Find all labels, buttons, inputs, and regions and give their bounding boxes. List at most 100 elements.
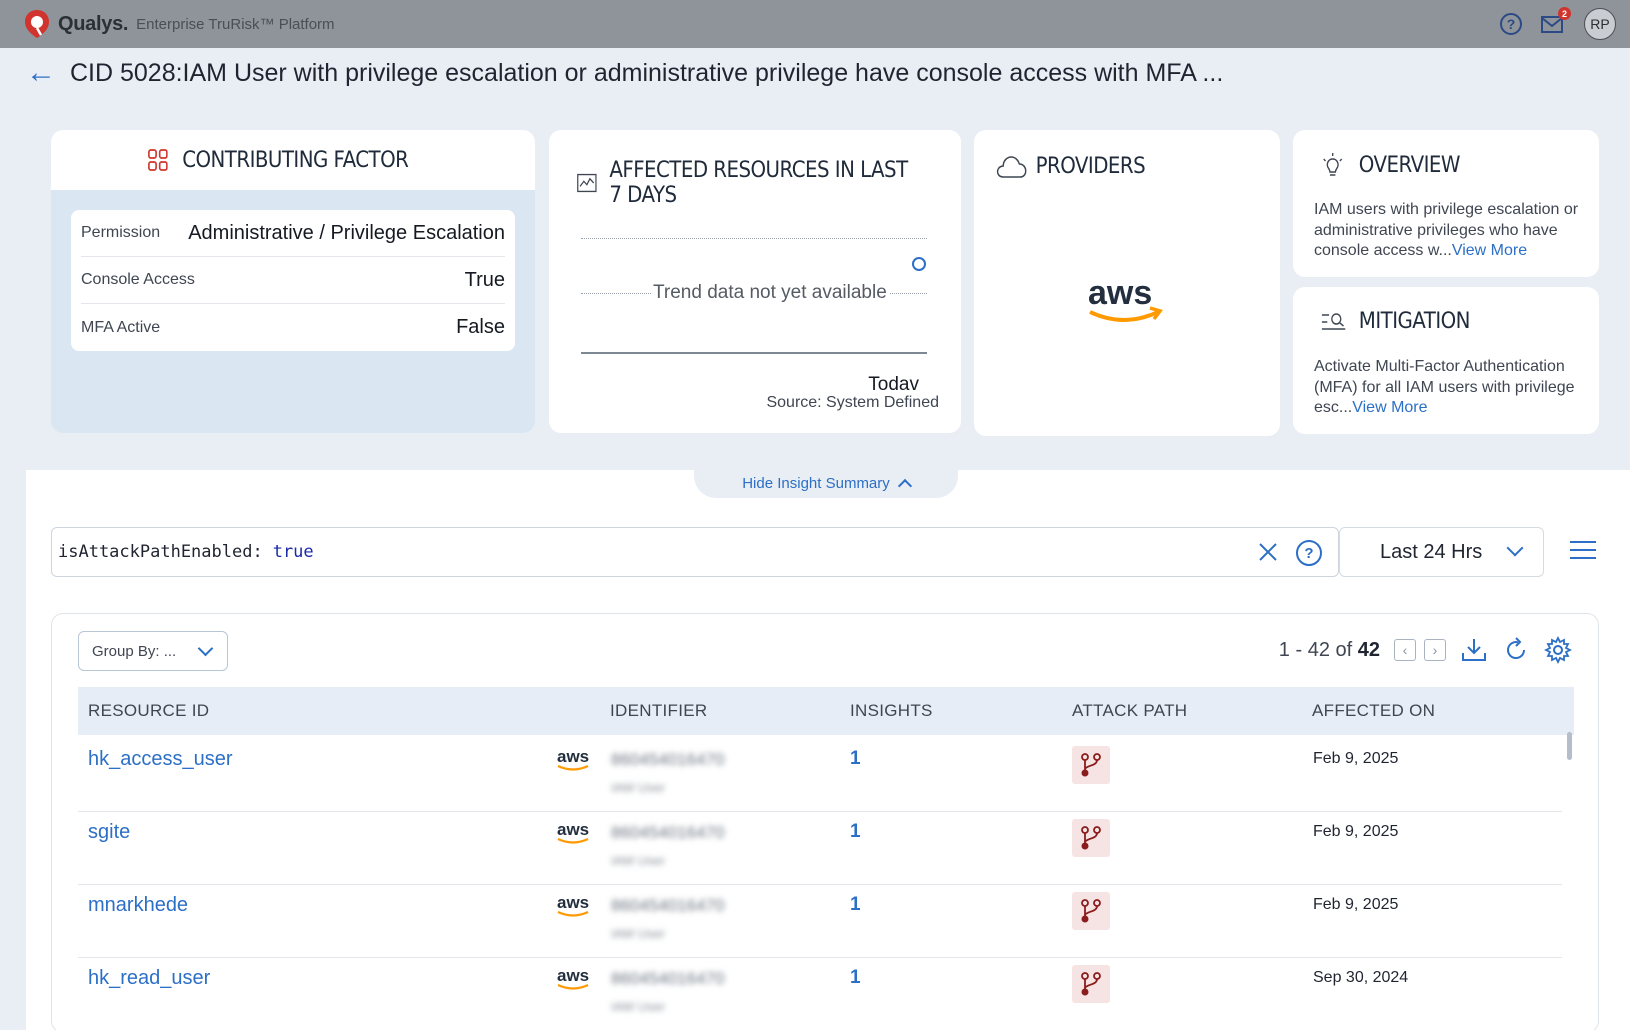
- chart-line-icon: [577, 173, 597, 193]
- svg-text:aws: aws: [1088, 274, 1152, 312]
- attack-path-button[interactable]: [1072, 965, 1110, 1003]
- query-value: true: [272, 542, 314, 562]
- identifier-cell: 860454016470 IAM User: [611, 750, 761, 795]
- attack-path-button[interactable]: [1072, 819, 1110, 857]
- identifier-cell: 860454016470 IAM User: [611, 823, 761, 868]
- mitigation-text: Activate Multi-Factor Authentication (MF…: [1314, 357, 1584, 419]
- group-by-label: Group By: ...: [92, 642, 177, 660]
- table-row: hk_read_user aws 860454016470 IAM User 1…: [78, 955, 1562, 1030]
- factor-value: False: [456, 316, 505, 338]
- svg-text:aws: aws: [557, 748, 589, 766]
- list-search-icon: [1321, 312, 1346, 330]
- resource-id-link[interactable]: hk_read_user: [88, 967, 210, 990]
- chevron-down-icon: [1506, 539, 1524, 557]
- column-header-identifier[interactable]: IDENTIFIER: [610, 701, 707, 721]
- table-header: RESOURCE ID IDENTIFIER INSIGHTS ATTACK P…: [78, 687, 1574, 735]
- mail-icon[interactable]: 2: [1540, 7, 1571, 35]
- trend-point: [912, 257, 926, 271]
- arrow-left-icon[interactable]: ←: [26, 58, 56, 88]
- close-icon[interactable]: [1256, 540, 1280, 564]
- insights-count-link[interactable]: 1: [850, 748, 861, 770]
- identifier-cell: 860454016470 IAM User: [611, 969, 761, 1014]
- product-name: Enterprise TruRisk™ Platform: [136, 15, 335, 33]
- overview-title: OVERVIEW: [1358, 152, 1461, 178]
- resource-id-link[interactable]: mnarkhede: [88, 894, 188, 917]
- identifier-type: IAM User: [611, 999, 666, 1014]
- identifier-value: 860454016470: [611, 969, 725, 988]
- hide-insight-summary-toggle[interactable]: Hide Insight Summary: [694, 468, 958, 498]
- column-header-insights[interactable]: INSIGHTS: [850, 701, 933, 721]
- mitigation-title: MITIGATION: [1358, 309, 1471, 334]
- affected-resources-title: AFFECTED RESOURCES IN LAST 7 DAYS: [609, 158, 908, 208]
- overview-view-more-link[interactable]: View More: [1452, 242, 1527, 259]
- time-range-select[interactable]: Last 24 Hrs: [1339, 527, 1544, 577]
- mitigation-view-more-link[interactable]: View More: [1352, 399, 1427, 416]
- aws-logo: aws: [556, 820, 592, 852]
- svg-text:aws: aws: [557, 967, 589, 985]
- download-icon[interactable]: [1460, 636, 1488, 664]
- insights-count-link[interactable]: 1: [850, 821, 861, 843]
- insights-count-link[interactable]: 1: [850, 894, 861, 916]
- search-query-input[interactable]: isAttackPathEnabled: true ?: [51, 527, 1339, 577]
- identifier-value: 860454016470: [611, 896, 725, 915]
- resources-table-card: Group By: ... 1 - 42 of 42 ‹ › RESOURCE …: [51, 613, 1599, 1030]
- svg-text:aws: aws: [557, 894, 589, 912]
- table-scrollbar[interactable]: [1567, 732, 1572, 760]
- hamburger-menu-icon[interactable]: [1570, 541, 1596, 565]
- resource-id-link[interactable]: sgite: [88, 821, 130, 844]
- top-bar: Qualys. Enterprise TruRisk™ Platform ? 2…: [0, 0, 1630, 48]
- column-header-affected-on[interactable]: AFFECTED ON: [1312, 701, 1435, 721]
- question-circle-icon[interactable]: ?: [1500, 13, 1522, 35]
- next-page-button[interactable]: ›: [1424, 639, 1446, 661]
- identifier-value: 860454016470: [611, 823, 725, 842]
- prev-page-button[interactable]: ‹: [1394, 639, 1416, 661]
- query-help-icon[interactable]: ?: [1296, 540, 1322, 566]
- attack-path-button[interactable]: [1072, 746, 1110, 784]
- column-header-attack-path[interactable]: ATTACK PATH: [1072, 701, 1187, 721]
- insights-count-link[interactable]: 1: [850, 967, 861, 989]
- trend-empty-text: Trend data not yet available: [651, 282, 889, 304]
- identifier-value: 860454016470: [611, 750, 725, 769]
- providers-card: PROVIDERS aws: [974, 130, 1280, 436]
- overview-description: IAM users with privilege escalation or a…: [1314, 201, 1579, 259]
- identifier-type: IAM User: [611, 926, 666, 941]
- aws-logo: aws: [556, 747, 592, 779]
- identifier-type: IAM User: [611, 780, 666, 795]
- pagination: 1 - 42 of 42 ‹ ›: [1279, 636, 1572, 664]
- overview-card: OVERVIEW IAM users with privilege escala…: [1293, 130, 1599, 277]
- resource-id-link[interactable]: hk_access_user: [88, 748, 233, 771]
- time-range-value: Last 24 Hrs: [1380, 540, 1483, 563]
- aws-logo: aws: [556, 893, 592, 925]
- result-count-total: 42: [1357, 638, 1380, 661]
- contributing-factor-table: Permission Administrative / Privilege Es…: [71, 210, 515, 351]
- affected-on-date: Feb 9, 2025: [1313, 750, 1399, 767]
- grid-icon: [148, 149, 169, 171]
- factor-row: MFA Active False: [81, 304, 505, 351]
- brand[interactable]: Qualys. Enterprise TruRisk™ Platform: [22, 8, 335, 40]
- affected-on-date: Feb 9, 2025: [1313, 823, 1399, 840]
- hide-insight-summary-label: Hide Insight Summary: [742, 474, 890, 492]
- lightbulb-icon: [1323, 153, 1343, 176]
- providers-title: PROVIDERS: [1035, 154, 1146, 179]
- gear-icon[interactable]: [1544, 636, 1572, 664]
- brand-name: Qualys.: [58, 12, 129, 35]
- avatar[interactable]: RP: [1584, 8, 1616, 40]
- affected-on-date: Sep 30, 2024: [1313, 969, 1409, 986]
- branch-icon: [1081, 899, 1101, 923]
- column-header-resource-id[interactable]: RESOURCE ID: [88, 701, 209, 721]
- chevron-down-icon: [197, 640, 214, 657]
- notification-badge: 2: [1558, 7, 1571, 20]
- branch-icon: [1081, 826, 1101, 850]
- identifier-cell: 860454016470 IAM User: [611, 896, 761, 941]
- contributing-factor-card: CONTRIBUTING FACTOR Permission Administr…: [51, 130, 535, 433]
- qualys-logo-icon: [25, 10, 49, 38]
- attack-path-button[interactable]: [1072, 892, 1110, 930]
- refresh-icon[interactable]: [1502, 636, 1530, 664]
- branch-icon: [1081, 972, 1101, 996]
- group-by-select[interactable]: Group By: ...: [78, 631, 228, 671]
- affected-on-date: Feb 9, 2025: [1313, 896, 1399, 913]
- branch-icon: [1081, 753, 1101, 777]
- table-row: sgite aws 860454016470 IAM User 1 Feb 9,…: [78, 809, 1562, 885]
- affected-resources-card: AFFECTED RESOURCES IN LAST 7 DAYS Trend …: [549, 130, 961, 433]
- overview-text: IAM users with privilege escalation or a…: [1314, 200, 1584, 262]
